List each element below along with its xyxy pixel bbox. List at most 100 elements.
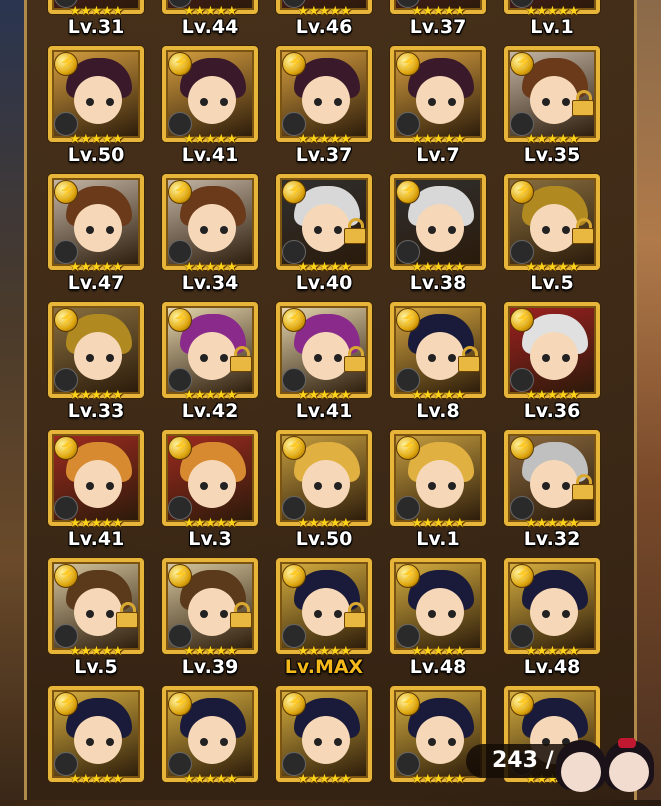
monster-icon[interactable] <box>48 558 144 654</box>
monster-card[interactable]: ★★★★★Lv.1 <box>390 430 486 550</box>
monster-card[interactable]: ★★★★★Lv.32 <box>504 430 600 550</box>
monster-card[interactable]: ★★★★★Lv.41 <box>276 302 372 422</box>
monster-card[interactable]: ★★★★★Lv.34 <box>162 174 258 294</box>
monster-icon[interactable] <box>48 686 144 782</box>
portrait-face <box>530 588 578 636</box>
portrait-eye <box>314 738 322 746</box>
lightning-attribute-icon <box>396 308 420 332</box>
portrait-eye <box>200 98 208 106</box>
lock-icon <box>572 218 594 244</box>
monster-icon[interactable] <box>276 46 372 142</box>
monster-card[interactable]: ★★★★★Lv.37 <box>276 46 372 166</box>
lightning-attribute-icon <box>510 692 534 716</box>
monster-card[interactable]: ★★★★★Lv.5 <box>504 174 600 294</box>
monster-card[interactable]: ★★★★★Lv.42 <box>162 302 258 422</box>
monster-card[interactable]: ★★★★★Lv.37 <box>390 0 486 38</box>
monster-icon[interactable] <box>390 302 486 398</box>
monster-card[interactable]: ★★★★★Lv.48 <box>390 558 486 678</box>
monster-card[interactable]: ★★★★★Lv.36 <box>504 302 600 422</box>
monster-icon[interactable] <box>276 430 372 526</box>
mascot-bow <box>618 738 636 748</box>
portrait-eye <box>220 482 228 490</box>
portrait-face <box>188 332 236 380</box>
portrait-eye <box>542 610 550 618</box>
level-label <box>276 784 372 806</box>
portrait-eye <box>562 226 570 234</box>
monster-icon[interactable] <box>504 558 600 654</box>
monster-card[interactable]: ★★★★★ <box>390 686 486 806</box>
portrait-eye <box>86 226 94 234</box>
level-label: Lv.48 <box>409 656 467 678</box>
lightning-attribute-icon <box>282 52 306 76</box>
monster-card[interactable]: ★★★★★Lv.38 <box>390 174 486 294</box>
monster-card[interactable]: ★★★★★Lv.33 <box>48 302 144 422</box>
monster-icon[interactable] <box>504 430 600 526</box>
portrait-face <box>416 332 464 380</box>
monster-icon[interactable] <box>504 174 600 270</box>
monster-icon[interactable] <box>276 302 372 398</box>
monster-icon[interactable] <box>276 174 372 270</box>
level-label <box>390 784 486 806</box>
monster-card[interactable]: ★★★★★Lv.5 <box>48 558 144 678</box>
portrait-eye <box>334 482 342 490</box>
monster-card[interactable]: ★★★★★Lv.50 <box>276 430 372 550</box>
monster-card[interactable]: ★★★★★ <box>276 686 372 806</box>
monster-card[interactable]: ★★★★★ Lv.31 <box>48 0 144 38</box>
monster-icon[interactable] <box>504 46 600 142</box>
monster-icon[interactable] <box>162 302 258 398</box>
monster-icon[interactable] <box>162 174 258 270</box>
level-label <box>162 784 258 806</box>
portrait-eye <box>106 482 114 490</box>
mascot-characters <box>552 734 661 800</box>
monster-icon[interactable] <box>390 46 486 142</box>
monster-card[interactable]: ★★★★★Lv.39 <box>162 558 258 678</box>
monster-icon[interactable] <box>276 686 372 782</box>
monster-card[interactable]: ★★★★★Lv.50 <box>48 46 144 166</box>
monster-icon[interactable] <box>48 46 144 142</box>
portrait-eye <box>448 354 456 362</box>
portrait-eye <box>334 226 342 234</box>
monster-card[interactable]: ★★★★★Lv.1 <box>504 0 600 38</box>
portrait-eye <box>86 738 94 746</box>
portrait-face <box>188 716 236 764</box>
monster-card[interactable]: ★★★★★Lv.3 <box>162 430 258 550</box>
monster-card[interactable]: ★★★★★Lv.MAX <box>276 558 372 678</box>
monster-icon[interactable] <box>162 430 258 526</box>
monster-icon[interactable] <box>162 46 258 142</box>
portrait-face <box>74 460 122 508</box>
portrait-eye <box>428 98 436 106</box>
level-label: Lv.1 <box>530 16 574 38</box>
monster-icon[interactable] <box>48 174 144 270</box>
monster-icon[interactable] <box>48 302 144 398</box>
monster-icon[interactable] <box>162 558 258 654</box>
monster-icon[interactable] <box>48 430 144 526</box>
monster-card[interactable]: ★★★★★Lv.7 <box>390 46 486 166</box>
lock-icon <box>344 346 366 372</box>
monster-card[interactable]: ★★★★★Lv.8 <box>390 302 486 422</box>
monster-card[interactable]: ★★★★★Lv.47 <box>48 174 144 294</box>
monster-icon[interactable] <box>390 558 486 654</box>
monster-card[interactable]: ★★★★★ Lv.44 <box>162 0 258 38</box>
portrait-face <box>188 204 236 252</box>
monster-icon[interactable] <box>390 174 486 270</box>
level-label <box>48 784 144 806</box>
monster-icon[interactable] <box>390 430 486 526</box>
level-label: Lv.5 <box>530 272 574 294</box>
portrait-eye <box>220 610 228 618</box>
monster-card[interactable]: ★★★★★ <box>48 686 144 806</box>
monster-card[interactable]: ★★★★★Lv.35 <box>504 46 600 166</box>
monster-card[interactable]: ★★★★★ Lv.46 <box>276 0 372 38</box>
monster-card[interactable]: ★★★★★Lv.48 <box>504 558 600 678</box>
mascot-face <box>609 752 649 792</box>
monster-card[interactable]: ★★★★★Lv.40 <box>276 174 372 294</box>
monster-icon[interactable] <box>162 686 258 782</box>
portrait-eye <box>428 354 436 362</box>
monster-card[interactable]: ★★★★★ <box>162 686 258 806</box>
portrait-face <box>74 716 122 764</box>
portrait-eye <box>106 610 114 618</box>
monster-card[interactable]: ★★★★★Lv.41 <box>48 430 144 550</box>
monster-icon[interactable] <box>276 558 372 654</box>
monster-card[interactable]: ★★★★★Lv.41 <box>162 46 258 166</box>
monster-icon[interactable] <box>504 302 600 398</box>
mascot-face <box>561 752 601 792</box>
